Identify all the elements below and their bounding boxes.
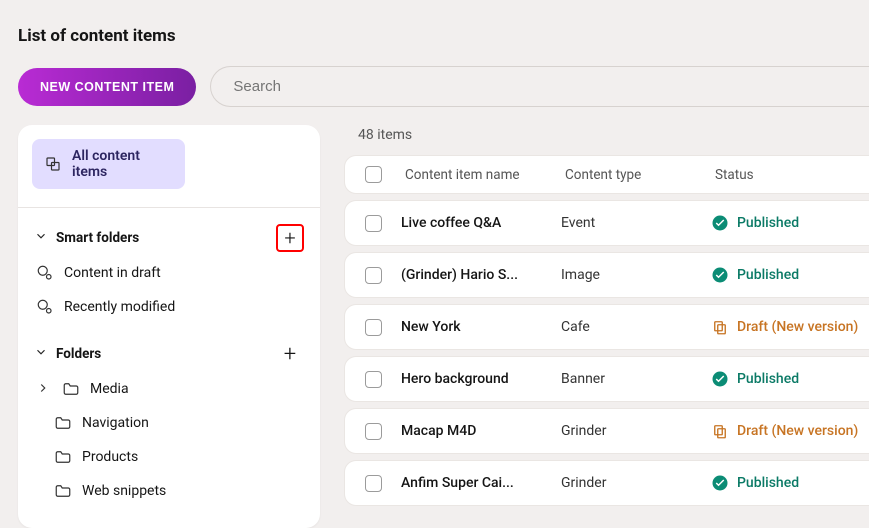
check-circle-icon [711,214,729,232]
smart-folders-header[interactable]: Smart folders + [32,208,306,256]
sidebar-item-label: Web snippets [82,483,166,499]
smart-folder-recently-modified[interactable]: Recently modified [32,290,306,324]
search-input[interactable] [231,77,849,96]
row-status: Published [711,474,869,492]
row-checkbox[interactable] [365,475,382,492]
table-row[interactable]: Live coffee Q&AEvent Published [344,200,869,246]
row-checkbox[interactable] [365,267,382,284]
row-status-text: Draft (New version) [737,319,858,335]
check-circle-icon [711,266,729,284]
table-row[interactable]: Hero backgroundBanner Published [344,356,869,402]
sidebar: All content items Smart folders + Conten… [18,125,320,528]
select-all-checkbox[interactable] [365,166,382,183]
row-checkbox[interactable] [365,319,382,336]
page-title: List of content items [0,0,869,46]
sidebar-all-label: All content items [72,148,173,180]
table-row[interactable]: New YorkCafe Draft (New version) [344,304,869,350]
stack-icon [44,155,62,173]
row-type: Grinder [561,475,711,491]
add-folder-button[interactable]: + [276,340,304,368]
folders-header[interactable]: Folders + [32,324,306,372]
row-type: Banner [561,371,711,387]
toolbar: NEW CONTENT ITEM [0,46,869,107]
folder-icon [54,482,72,500]
sidebar-item-label: Media [90,381,129,397]
row-type: Image [561,267,711,283]
folder-web-snippets[interactable]: Web snippets [32,474,306,508]
col-name[interactable]: Content item name [401,167,561,183]
copy-draft-icon [711,422,729,440]
sidebar-item-label: Products [82,449,138,465]
sidebar-item-label: Navigation [82,415,149,431]
row-type: Grinder [561,423,711,439]
row-status-text: Published [737,267,799,283]
folder-media[interactable]: Media [32,372,306,406]
check-circle-icon [711,474,729,492]
copy-draft-icon [711,318,729,336]
col-status[interactable]: Status [711,167,869,183]
folder-products[interactable]: Products [32,440,306,474]
row-status-text: Published [737,475,799,491]
row-checkbox[interactable] [365,371,382,388]
chevron-down-icon [34,229,48,247]
row-name: (Grinder) Hario S... [401,267,561,283]
row-name: Live coffee Q&A [401,215,561,231]
new-content-item-button[interactable]: NEW CONTENT ITEM [18,68,196,106]
folder-icon [62,380,80,398]
item-count: 48 items [358,127,869,143]
row-status-text: Published [737,215,799,231]
filter-gear-icon [36,298,54,316]
sidebar-item-label: Recently modified [64,299,175,315]
folder-navigation[interactable]: Navigation [32,406,306,440]
row-checkbox[interactable] [365,215,382,232]
row-name: Hero background [401,371,561,387]
chevron-right-icon [36,381,52,398]
row-name: Anfim Super Cai... [401,475,561,491]
table-header: Content item name Content type Status [344,155,869,194]
folder-icon [54,448,72,466]
sidebar-item-label: Content in draft [64,265,161,281]
row-status: Draft (New version) [711,318,869,336]
row-status: Published [711,214,869,232]
row-type: Event [561,215,711,231]
search-wrap [210,66,869,107]
smart-folder-content-in-draft[interactable]: Content in draft [32,256,306,290]
row-status: Published [711,370,869,388]
folder-icon [54,414,72,432]
row-name: New York [401,319,561,335]
folders-label: Folders [56,346,101,362]
table-row[interactable]: Anfim Super Cai...Grinder Published [344,460,869,506]
content-list: 48 items Content item name Content type … [344,125,869,506]
row-type: Cafe [561,319,711,335]
col-type[interactable]: Content type [561,167,711,183]
table-row[interactable]: (Grinder) Hario S...Image Published [344,252,869,298]
row-checkbox[interactable] [365,423,382,440]
row-status-text: Published [737,371,799,387]
add-smart-folder-button[interactable]: + [276,224,304,252]
chevron-down-icon [34,345,48,363]
sidebar-all-content-items[interactable]: All content items [32,139,185,189]
filter-gear-icon [36,264,54,282]
row-status: Published [711,266,869,284]
row-status: Draft (New version) [711,422,869,440]
check-circle-icon [711,370,729,388]
smart-folders-label: Smart folders [56,230,139,246]
table-row[interactable]: Macap M4DGrinder Draft (New version) [344,408,869,454]
row-status-text: Draft (New version) [737,423,858,439]
row-name: Macap M4D [401,423,561,439]
